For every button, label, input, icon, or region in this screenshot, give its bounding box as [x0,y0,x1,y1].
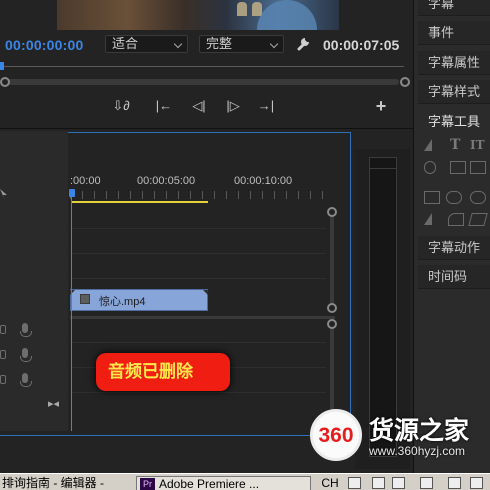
panel-item-timecode[interactable]: 时间码 [418,265,490,289]
microphone-icon[interactable] [20,348,32,362]
watermark: 360 货源之家 www.360hyzj.com [307,405,490,469]
rotate-tool-icon[interactable] [424,161,436,174]
lock-icon[interactable] [0,325,6,334]
premiere-icon: Pr [140,478,155,490]
ruler-label: 00:00:05:00 [137,175,196,187]
clipped-rectangle-tool-icon[interactable] [468,213,488,226]
annotation-callout: 音频已删除 [96,353,230,391]
figure-shape [257,0,317,30]
go-to-in-button[interactable]: |← [155,97,173,115]
audio-track-row[interactable] [70,319,326,343]
lock-icon[interactable] [0,375,6,384]
lamp-shape [237,2,247,16]
video-scrollbar-handle[interactable] [327,303,337,313]
tray-icon[interactable] [372,477,385,489]
area-type-tool-icon[interactable] [450,161,466,174]
go-to-out-button[interactable]: →| [257,97,275,115]
scrub-playhead[interactable] [0,62,4,70]
ruler-label: 00:00:10:00 [234,175,293,187]
taskbar-guide-button[interactable]: 排询指南 - 编辑器 - [0,476,130,490]
audio-track-header-a2 [0,344,68,366]
taskbar-premiere-label: Adobe Premiere ... [159,477,260,490]
current-timecode[interactable]: 00:00:00:00 [5,37,83,53]
program-monitor: 00:00:00:00 适合 完整 00:00:07:05 ⇩∂ |← ◁| |… [0,0,413,128]
track-headers: ▸◂ [0,131,68,431]
tray-icon[interactable] [348,477,361,489]
wrench-icon[interactable] [296,35,312,51]
path-type-tool-icon[interactable] [470,161,486,174]
timeline-playhead[interactable] [69,189,75,197]
video-clip[interactable]: 惊心.mp4 [70,289,208,311]
watermark-url: www.360hyzj.com [369,444,466,458]
time-ruler[interactable]: :00:00 00:00:05:00 00:00:10:00 [70,171,325,201]
video-scrollbar-handle[interactable] [327,207,337,217]
lock-icon[interactable] [0,350,6,359]
rounded-rectangle-tool-icon[interactable] [446,191,462,204]
selection-arrow-icon [0,189,7,200]
ruler-ticks [70,191,325,199]
quality-dropdown-value: 完整 [206,36,233,51]
tray-icon[interactable] [420,477,433,489]
clip-name: 惊心.mp4 [99,296,146,308]
step-back-button[interactable]: ◁| [190,97,208,115]
audio-track-header-a3 [0,369,68,391]
scrub-bar[interactable] [0,62,410,72]
zoom-scrollbar-track [5,79,399,85]
audio-scrollbar-handle[interactable] [327,319,337,329]
zoom-scrollbar[interactable] [0,77,410,89]
arc-tool-icon[interactable] [448,213,464,226]
chevron-down-icon [173,39,183,49]
panel-item-title-styles[interactable]: 字幕样式 [418,80,490,104]
panel-item-title-actions[interactable]: 字幕动作 [418,236,490,260]
taskbar-premiere-button[interactable]: Pr Adobe Premiere ... [136,476,311,490]
video-track-row[interactable] [70,205,326,229]
audio-track-header-a1 [0,319,68,341]
duration-timecode: 00:00:07:05 [323,37,400,53]
video-scrollbar-track [330,215,334,307]
video-track-row[interactable] [70,255,326,279]
type-tool-icon[interactable]: T [450,138,466,152]
ellipse-tool-icon[interactable] [470,191,486,204]
watermark-title: 货源之家 [369,416,470,445]
step-forward-button[interactable]: |▷ [224,97,242,115]
scrub-track [4,66,404,67]
work-area-bar[interactable] [71,201,208,203]
video-track-row[interactable] [70,230,326,254]
add-button[interactable]: + [372,97,390,115]
vertical-type-tool-icon[interactable]: IT [470,139,486,152]
microphone-icon[interactable] [20,373,32,387]
zoom-handle-left[interactable] [0,77,10,87]
clip-corner [203,290,208,295]
fit-dropdown-value: 适合 [112,36,139,51]
tray-icon[interactable] [448,477,461,489]
video-preview [57,0,339,30]
panel-item-title-tools[interactable]: 字幕工具 [418,110,490,134]
logo-text: 360 [318,424,354,447]
clip-thumbnail-icon [80,294,90,304]
fit-dropdown[interactable]: 适合 [105,35,188,53]
panel-item-title[interactable]: 字幕 [418,0,490,16]
wedge-tool-icon[interactable] [424,213,432,225]
language-indicator[interactable]: CH [318,476,340,490]
taskbar: 排询指南 - 编辑器 - Pr Adobe Premiere ... CH [0,473,490,490]
export-frame-button[interactable]: ⇩∂ [112,97,130,115]
watermark-logo: 360 [310,409,362,461]
microphone-icon[interactable] [20,323,32,337]
playhead-line [71,195,72,431]
chevron-down-icon [269,39,279,49]
rectangle-tool-icon[interactable] [424,191,440,204]
panel-item-events[interactable]: 事件 [418,21,490,45]
tray-icon[interactable] [392,477,405,489]
selection-tool-icon[interactable] [424,139,432,151]
snap-icon[interactable]: ▸◂ [48,397,59,410]
ruler-label: :00:00 [70,175,101,187]
tray-icon[interactable] [470,477,483,489]
panel-item-title-properties[interactable]: 字幕属性 [418,51,490,75]
title-tools-grid: T IT [422,137,488,237]
quality-dropdown[interactable]: 完整 [199,35,284,53]
zoom-handle-right[interactable] [400,77,410,87]
